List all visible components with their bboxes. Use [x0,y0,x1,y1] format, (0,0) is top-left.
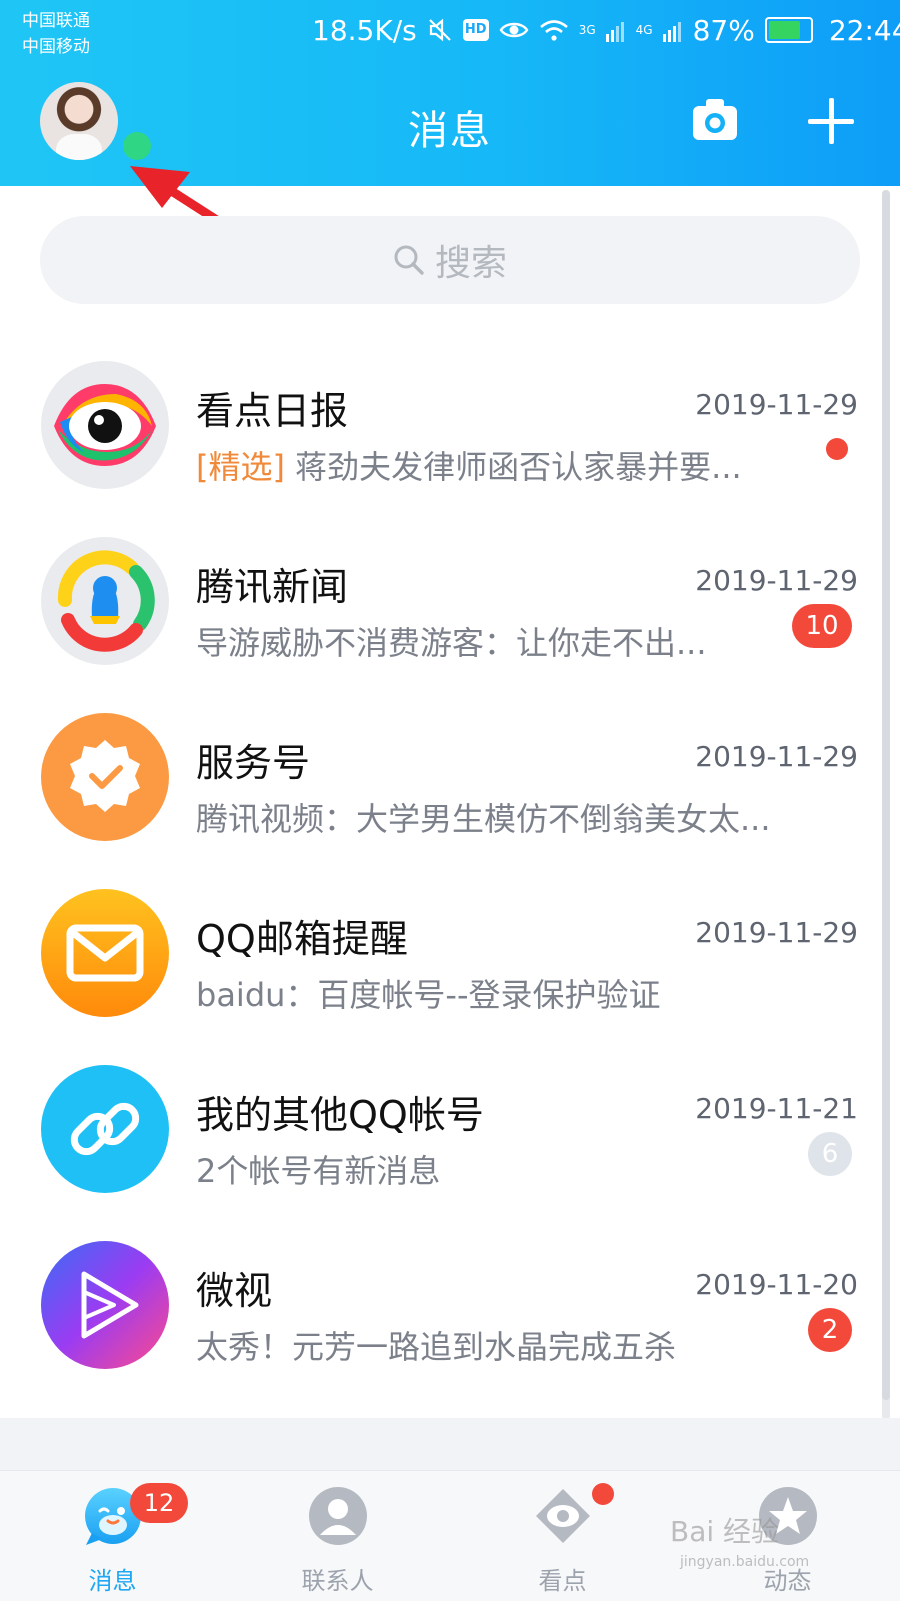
battery-level [768,21,800,39]
conversation-preview: 太秀！元芳一路追到水晶完成五杀 [196,1328,677,1366]
conversation-row-service[interactable]: 服务号 2019-11-29 腾讯视频：大学男生模仿不倒翁美女太... [0,690,890,870]
status-indicators: 18.5K/s HD 3G 4G 87% 22:44 [312,10,900,50]
tab-kandian[interactable]: 看点 [450,1471,675,1601]
conversation-row-tencent-news[interactable]: 腾讯新闻 2019-11-29 导游威胁不消费游客：让你走不出... 10 [0,514,890,694]
unread-dot [826,438,848,460]
conversation-date: 2019-11-21 [695,1092,858,1125]
search-icon [394,245,424,275]
conversation-row-other-accounts[interactable]: 我的其他QQ帐号 2019-11-21 2个帐号有新消息 6 [0,1042,890,1222]
watermark-main: Bai 经验 [670,1515,780,1548]
conversation-date: 2019-11-29 [695,388,858,421]
scrollbar-thumb[interactable] [882,190,890,1400]
conversation-date: 2019-11-29 [695,564,858,597]
conversation-preview: [精选] 蒋劲夫发律师函否认家暴并要... [196,442,742,488]
conversation-date: 2019-11-29 [695,740,858,773]
conversation-row-weishi[interactable]: 微视 2019-11-20 太秀！元芳一路追到水晶完成五杀 2 [0,1218,890,1398]
top-header: 中国联通 中国移动 18.5K/s HD 3G 4G 87% 22:44 消息 [0,0,900,186]
signal-3g-icon [605,22,624,42]
tab-label: 联系人 [301,1567,374,1595]
tab-messages[interactable]: 12 消息 [0,1471,225,1601]
conversation-name: 腾讯新闻 [196,565,349,609]
list-footer-gap [0,1418,900,1470]
preview-text: 蒋劲夫发律师函否认家暴并要... [284,448,742,486]
conversation-preview: 2个帐号有新消息 [196,1152,441,1190]
watermark-sub: jingyan.baidu.com [680,1554,810,1570]
unread-count-badge: 10 [792,604,852,648]
scrollbar[interactable] [882,190,890,1420]
kandian-eye-icon [41,361,169,489]
camera-icon[interactable] [692,98,738,142]
battery-icon [764,17,813,43]
page-title: 消息 [408,108,492,154]
messages-unread-badge: 12 [130,1483,188,1523]
conversation-name: 服务号 [196,741,311,785]
eye-comfort-icon [499,22,529,38]
status-time: 22:44 [828,13,900,47]
featured-tag: [精选] [196,448,285,486]
conversation-preview: 导游威胁不消费游客：让你走不出... [196,624,707,662]
hd-icon: HD [462,19,489,41]
mute-icon [428,18,451,42]
tab-label: 消息 [88,1567,137,1595]
conversation-row-qq-mail[interactable]: QQ邮箱提醒 2019-11-29 baidu：百度帐号--登录保护验证 [0,866,890,1046]
carrier-2-label: 中国移动 [22,37,90,57]
unread-count-badge: 2 [808,1308,852,1352]
search-placeholder: 搜索 [434,243,507,284]
unread-count-badge: 6 [808,1132,852,1176]
conversation-name: QQ邮箱提醒 [196,917,408,961]
conversation-date: 2019-11-20 [695,1268,858,1301]
search-bar[interactable]: 搜索 [40,216,860,304]
conversation-preview: baidu：百度帐号--登录保护验证 [196,976,661,1014]
weishi-play-icon [41,1241,169,1369]
conversation-name: 看点日报 [196,389,349,433]
add-button[interactable] [808,98,854,144]
kandian-tab-eye-icon [536,1489,590,1543]
conversation-name: 我的其他QQ帐号 [196,1093,484,1137]
link-icon [41,1065,169,1193]
network-3g-label: 3G [578,23,596,37]
network-speed: 18.5K/s [312,13,417,47]
wifi-icon [539,20,568,41]
tab-contacts[interactable]: 联系人 [225,1471,450,1601]
service-badge-icon [41,713,169,841]
carrier-1-label: 中国联通 [22,11,90,31]
tab-label: 看点 [538,1567,587,1595]
carrier-info: 中国联通 中国移动 [22,8,90,60]
network-4g-label: 4G [635,23,653,37]
mail-icon [41,889,169,1017]
conversation-name: 微视 [196,1269,273,1313]
contacts-person-icon [309,1487,367,1545]
baidu-watermark: Bai 经验 jingyan.baidu.com [670,1510,840,1580]
tencent-news-icon [41,537,169,665]
kandian-new-dot [592,1483,614,1505]
conversation-row-kandian-daily[interactable]: 看点日报 2019-11-29 [精选] 蒋劲夫发律师函否认家暴并要... [0,338,890,518]
conversation-date: 2019-11-29 [695,916,858,949]
battery-percent: 87% [692,13,755,47]
signal-4g-icon [662,22,681,42]
conversation-preview: 腾讯视频：大学男生模仿不倒翁美女太... [196,800,771,838]
